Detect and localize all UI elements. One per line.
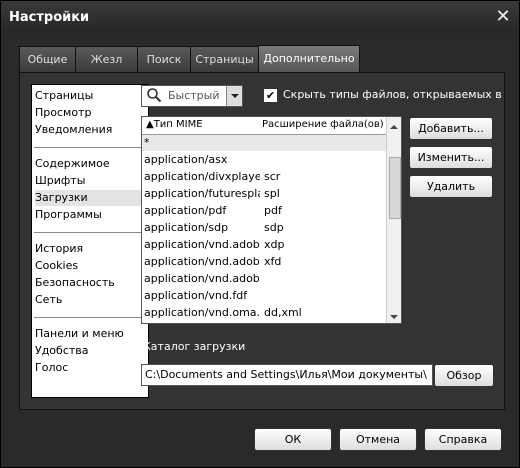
sidebar-item-history[interactable]: История [35, 241, 145, 257]
table-row[interactable]: application/vnd.oma.d... dd,xml [142, 305, 386, 321]
sidebar-divider [34, 317, 145, 318]
table-row[interactable]: application/asx [142, 152, 386, 168]
table-row[interactable]: application/vnd.fdf [142, 288, 386, 304]
mime-cell: application/vnd.adobe.... [144, 272, 260, 285]
tab-wand[interactable]: Жезл [75, 46, 138, 72]
category-list: Страницы Просмотр Уведомления Содержимое… [31, 84, 149, 398]
column-header-mime[interactable]: ▲Тип MIME [146, 119, 203, 130]
table-row[interactable]: * [142, 135, 386, 151]
mime-cell: * [144, 136, 150, 149]
sidebar-item-pages[interactable]: Страницы [35, 88, 145, 104]
mime-type-table[interactable]: ▲Тип MIME Расширение файла(ов) * applica… [141, 116, 402, 324]
chevron-down-icon[interactable] [226, 86, 242, 106]
title-bar: Настройки ✕ [1, 1, 519, 33]
sidebar-item-content[interactable]: Содержимое [35, 156, 145, 172]
mime-cell: application/vnd.adobe.... [144, 238, 260, 251]
table-row[interactable]: application/divxplayer... scr [142, 169, 386, 185]
quick-find-input[interactable]: Быстрый п [168, 89, 224, 102]
column-header-extensions[interactable]: Расширение файла(ов) [262, 119, 384, 130]
mime-cell: application/divxplayer... [144, 170, 260, 183]
ext-cell: sdp [264, 221, 284, 234]
table-row[interactable]: application/pdf pdf [142, 203, 386, 219]
vertical-scrollbar[interactable] [386, 117, 401, 323]
browse-button[interactable]: Обзор [434, 364, 494, 387]
sidebar-item-view[interactable]: Просмотр [35, 105, 145, 121]
advanced-panel: Страницы Просмотр Уведомления Содержимое… [19, 72, 505, 410]
mime-cell: application/vnd.fdf [144, 289, 248, 302]
sidebar-item-notifications[interactable]: Уведомления [35, 122, 145, 138]
table-row[interactable]: application/futuresplash spl [142, 186, 386, 202]
table-row[interactable]: application/vnd.adobe.... [142, 271, 386, 287]
sidebar-item-security[interactable]: Безопасность [35, 275, 145, 291]
mime-cell: application/pdf [144, 204, 227, 217]
delete-button[interactable]: Удалить [409, 175, 493, 198]
tab-general[interactable]: Общие [19, 46, 76, 72]
close-icon[interactable]: ✕ [493, 7, 513, 27]
mime-cell: application/vnd.oma.d... [144, 306, 260, 319]
tab-search[interactable]: Поиск [137, 46, 191, 72]
ext-cell: dd,xml [264, 306, 302, 319]
ext-cell: scr [264, 170, 281, 183]
help-button[interactable]: Справка [424, 428, 502, 451]
table-row[interactable]: application/vnd.adobe.... xdp [142, 237, 386, 253]
tab-pages[interactable]: Страницы [190, 46, 259, 72]
mime-cell: application/futuresplash [144, 187, 260, 200]
scroll-up-icon[interactable] [387, 117, 401, 131]
ok-button[interactable]: ОК [254, 428, 332, 451]
sidebar-item-voice[interactable]: Голос [35, 360, 145, 376]
settings-window: Настройки ✕ Общие Жезл Поиск Страницы До… [0, 0, 520, 468]
mime-cell: application/asx [144, 153, 228, 166]
scroll-down-icon[interactable] [387, 309, 401, 323]
table-header: ▲Тип MIME Расширение файла(ов) [142, 117, 386, 135]
tab-advanced[interactable]: Дополнительно [258, 45, 360, 73]
table-row[interactable]: application/vnd.adobe.... xfd [142, 254, 386, 270]
ext-cell: xdp [264, 238, 285, 251]
ext-cell: xfd [264, 255, 282, 268]
edit-button[interactable]: Изменить... [409, 146, 493, 169]
sidebar-item-cookies[interactable]: Cookies [35, 258, 145, 274]
mime-cell: application/vnd.adobe.... [144, 255, 260, 268]
mime-cell: application/sdp [144, 221, 229, 234]
download-dir-field[interactable]: C:\Documents and Settings\Илья\Мои докум… [141, 364, 433, 386]
add-button[interactable]: Добавить... [409, 117, 493, 140]
sidebar-item-toolbars[interactable]: Панели и меню [35, 326, 145, 342]
hide-types-checkbox[interactable]: ✔ [263, 88, 278, 103]
ext-cell: spl [264, 187, 280, 200]
download-dir-label: Каталог загрузки [143, 340, 246, 353]
search-icon [147, 88, 162, 103]
window-title: Настройки [9, 10, 90, 25]
sidebar-item-downloads[interactable]: Загрузки [35, 190, 145, 206]
sidebar-item-programs[interactable]: Программы [35, 207, 145, 223]
hide-types-label: Скрыть типы файлов, открываемых в Op [283, 88, 501, 101]
table-row[interactable]: application/sdp sdp [142, 220, 386, 236]
ext-cell: pdf [264, 204, 282, 217]
sidebar-divider [34, 232, 145, 233]
sidebar-item-network[interactable]: Сеть [35, 292, 145, 308]
sidebar-item-accessibility[interactable]: Удобства [35, 343, 145, 359]
quick-find-box[interactable]: Быстрый п [141, 85, 243, 107]
scroll-thumb[interactable] [389, 157, 401, 219]
cancel-button[interactable]: Отмена [339, 428, 417, 451]
sidebar-item-fonts[interactable]: Шрифты [35, 173, 145, 189]
sidebar-divider [34, 147, 145, 148]
